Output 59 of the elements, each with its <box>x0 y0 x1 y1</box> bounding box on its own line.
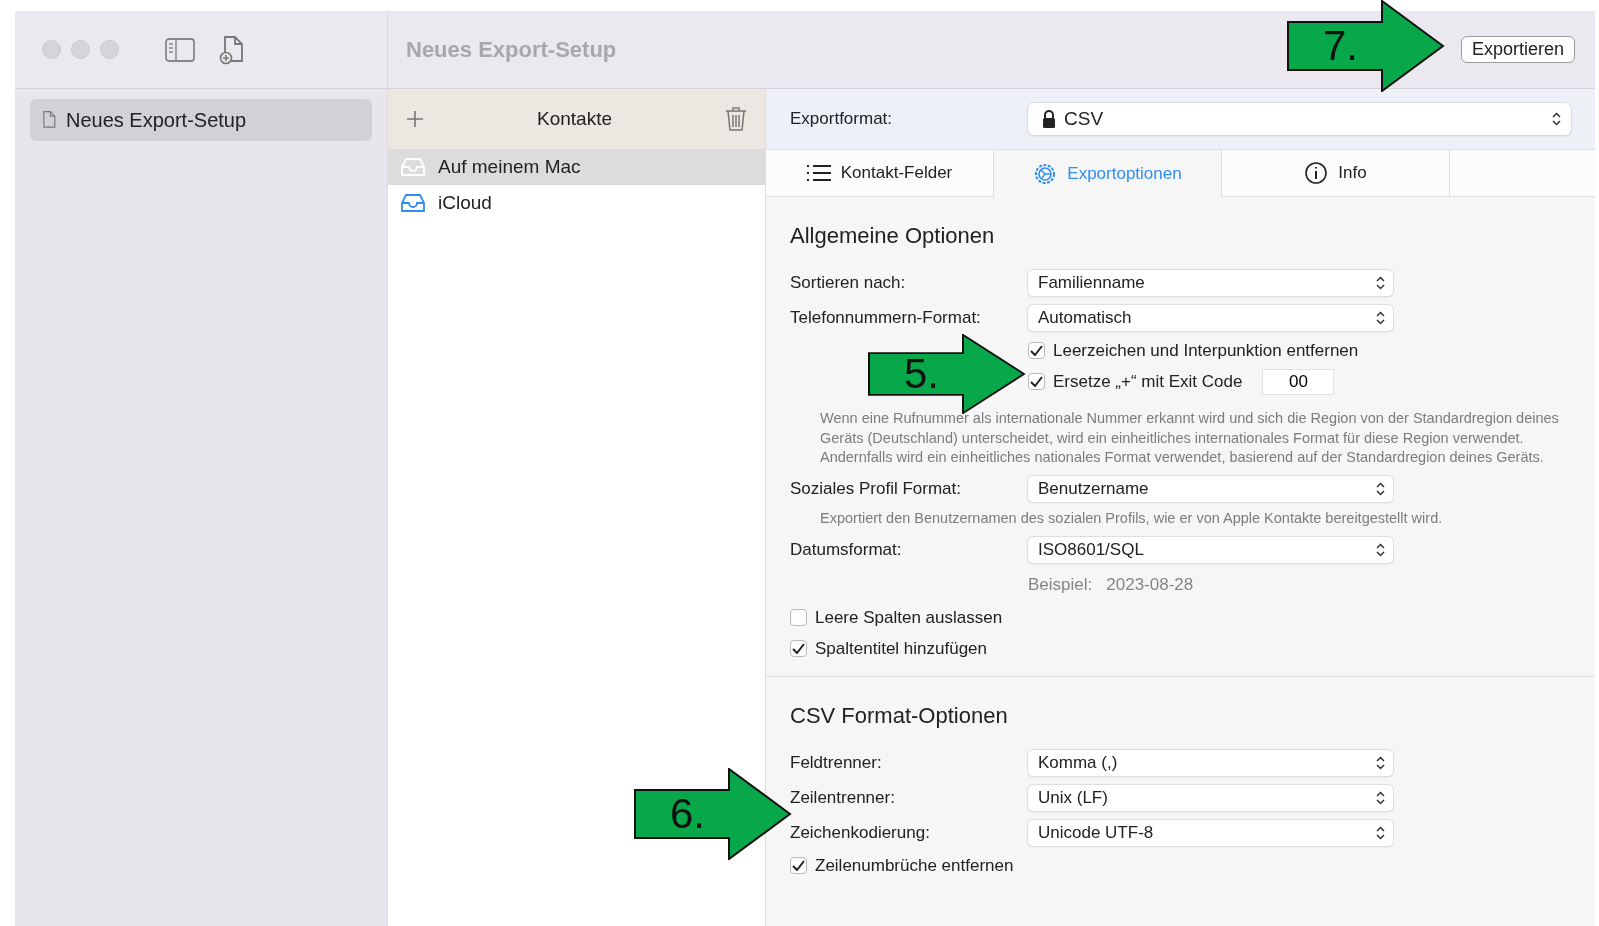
tray-icon <box>400 157 426 177</box>
chevron-updown-icon <box>1376 790 1385 805</box>
field-label: Sortieren nach: <box>790 272 907 293</box>
checkbox-label: Zeilenumbrüche entfernen <box>815 855 1014 876</box>
example-label: Beispiel: <box>1028 574 1093 595</box>
callout-number: 7. <box>1323 22 1359 70</box>
dropdown[interactable]: Automatisch <box>1028 304 1393 331</box>
example-value: 2023-08-28 <box>1106 574 1194 595</box>
checkbox-label: Spaltentitel hinzufügen <box>815 638 988 659</box>
field-label: Soziales Profil Format: <box>790 479 962 499</box>
info-icon <box>1304 161 1329 185</box>
help-text: Exportiert den Benutzernamen des sozialen Profils, wie er von Apple Kontakte bereitgestellt wird. <box>819 508 1444 528</box>
sidebar-item[interactable]: Neues Export-Setup <box>30 99 372 141</box>
field-label: Zeichenkodierung: <box>790 822 931 843</box>
field-label: Feldtrenner: <box>790 752 883 773</box>
chevron-updown-icon <box>1552 112 1561 126</box>
list-title: Kontakte <box>537 108 612 130</box>
chevron-updown-icon <box>1376 275 1385 290</box>
checkbox[interactable] <box>1028 342 1045 359</box>
checkbox-label: Ersetze „+“ mit Exit Code <box>1053 371 1243 392</box>
checkbox[interactable] <box>790 609 807 626</box>
section-title: Allgemeine Optionen <box>790 223 996 249</box>
gear-icon <box>1033 161 1058 186</box>
field-label: Telefonnummern-Format: <box>790 307 982 328</box>
list-icon <box>806 164 831 182</box>
dropdown[interactable]: Unix (LF) <box>1028 784 1393 811</box>
dropdown[interactable]: Unicode UTF-8 <box>1028 819 1393 846</box>
chevron-updown-icon <box>1376 825 1385 840</box>
chevron-updown-icon <box>1376 755 1385 770</box>
checkbox-label: Leerzeichen und Interpunktion entfernen <box>1053 340 1359 361</box>
add-icon[interactable] <box>406 110 424 128</box>
field-label: Exportformat: <box>790 109 894 129</box>
chevron-updown-icon <box>1376 482 1385 496</box>
help-text: Wenn eine Rufnummer als internationale Nummer erkannt wird und sich die Region von der Standardregion deines Geräts (Deutschland) unterscheidet, wird ein einheitliches internationales Format für diese Region verwendet. Andernfalls wird ein einheitliches nationales Format verwendet, basierend auf der Standardregion deines Geräts. <box>819 409 1560 467</box>
checkbox-label: Leere Spalten auslassen <box>815 607 1003 628</box>
chevron-updown-icon <box>1376 542 1385 557</box>
field-label: Zeilentrenner: <box>790 787 896 808</box>
section-title: CSV Format-Optionen <box>790 703 1009 729</box>
source-item[interactable]: Auf meinem Mac <box>388 149 765 185</box>
callout-number: 5. <box>904 350 940 398</box>
dropdown[interactable]: Komma (,) <box>1028 749 1393 776</box>
checkbox[interactable] <box>790 857 807 874</box>
export-button[interactable]: Exportieren <box>1460 36 1575 63</box>
input-field[interactable]: 00 <box>1262 368 1335 395</box>
document-icon <box>40 109 58 131</box>
sidebar-toggle-icon[interactable] <box>165 37 195 62</box>
field-label: Datumsformat: <box>790 539 903 560</box>
tray-icon <box>400 193 426 213</box>
dropdown[interactable]: ISO8601/SQL <box>1028 536 1393 563</box>
format-dropdown[interactable]: CSV <box>1028 103 1571 135</box>
trash-icon[interactable] <box>725 106 747 132</box>
callout-number: 6. <box>670 790 706 838</box>
dropdown[interactable]: Familienname <box>1028 269 1393 296</box>
lock-icon <box>1042 110 1056 128</box>
chevron-updown-icon <box>1376 310 1385 325</box>
checkbox[interactable] <box>790 640 807 657</box>
window-title: Neues Export-Setup <box>406 36 617 63</box>
dropdown[interactable]: Benutzername <box>1028 476 1393 502</box>
checkbox[interactable] <box>1028 373 1045 390</box>
